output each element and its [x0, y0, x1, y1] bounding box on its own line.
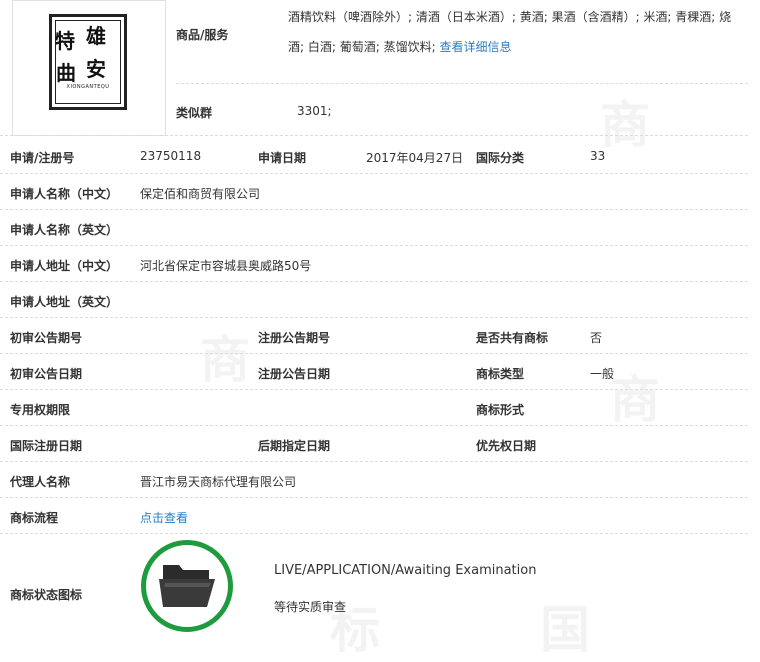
goods-label: 商品/服务	[176, 28, 229, 42]
shared-mark-value: 否	[590, 331, 603, 345]
divider	[0, 135, 748, 136]
agent-name-value: 晋江市易天商标代理有限公司	[140, 475, 297, 489]
view-flow-link[interactable]: 点击查看	[140, 509, 188, 526]
info-row: 初审公告期号 注册公告期号 是否共有商标 否	[0, 317, 760, 353]
mark-type-label: 商标类型	[476, 367, 525, 381]
status-badge	[141, 540, 233, 632]
applicant-address-en-label: 申请人地址（英文）	[10, 295, 119, 309]
goods-line-2: 酒; 白酒; 葡萄酒; 蒸馏饮料;	[288, 40, 440, 54]
prelim-pub-no-label: 初审公告期号	[10, 331, 83, 345]
mark-type-value: 一般	[590, 367, 615, 381]
goods-line-1: 酒精饮料（啤酒除外）; 清酒（日本米酒）; 黄酒; 果酒（含酒精）; 米酒; 青…	[288, 10, 732, 24]
info-row: 代理人名称 晋江市易天商标代理有限公司	[0, 461, 760, 497]
reg-no-label: 申请/注册号	[10, 151, 75, 165]
divider	[0, 533, 748, 534]
agent-name-label: 代理人名称	[10, 475, 71, 489]
later-designation-date-label: 后期指定日期	[258, 439, 331, 453]
logo-char: 安	[86, 57, 106, 81]
similar-group-label: 类似群	[176, 106, 213, 120]
info-row: 国际注册日期 后期指定日期 优先权日期	[0, 425, 760, 461]
intl-class-label: 国际分类	[476, 151, 525, 165]
similar-group-value: 3301;	[297, 104, 332, 118]
info-row: 专用权期限 商标形式	[0, 389, 760, 425]
reg-pub-no-label: 注册公告期号	[258, 331, 331, 345]
info-row: 初审公告日期 注册公告日期 商标类型 一般	[0, 353, 760, 389]
app-date-value: 2017年04月27日	[366, 151, 464, 165]
exclusive-period-label: 专用权期限	[10, 403, 71, 417]
priority-date-label: 优先权日期	[476, 439, 537, 453]
intl-class-value: 33	[590, 149, 606, 163]
logo-char: 雄	[86, 24, 106, 48]
folder-icon	[159, 565, 215, 607]
info-row: 申请人地址（中文） 河北省保定市容城县奥威路50号	[0, 245, 760, 281]
applicant-address-cn-label: 申请人地址（中文）	[10, 259, 119, 273]
trademark-image-frame: 特 雄 曲 安 XIONGANTEQU	[12, 0, 166, 136]
reg-pub-date-label: 注册公告日期	[258, 367, 331, 381]
goods-list: 酒精饮料（啤酒除外）; 清酒（日本米酒）; 黄酒; 果酒（含酒精）; 米酒; 青…	[288, 2, 758, 62]
info-row: 商标流程 点击查看	[0, 497, 760, 533]
applicant-name-cn-value: 保定佰和商贸有限公司	[140, 187, 261, 201]
status-icon-label: 商标状态图标	[10, 588, 83, 602]
prelim-pub-date-label: 初审公告日期	[10, 367, 83, 381]
applicant-name-en-label: 申请人名称（英文）	[10, 223, 119, 237]
divider	[176, 83, 748, 84]
info-row: 申请人名称（中文） 保定佰和商贸有限公司	[0, 173, 760, 209]
app-date-label: 申请日期	[258, 151, 307, 165]
info-row: 申请人地址（英文）	[0, 281, 760, 317]
info-row: 申请/注册号 23750118 申请日期 2017年04月27日 国际分类 33	[0, 137, 760, 173]
mark-form-label: 商标形式	[476, 403, 525, 417]
status-text-en: LIVE/APPLICATION/Awaiting Examination	[274, 563, 537, 578]
info-row: 申请人名称（英文）	[0, 209, 760, 245]
reg-no-value: 23750118	[140, 149, 202, 163]
shared-mark-label: 是否共有商标	[476, 331, 549, 345]
mark-flow-label: 商标流程	[10, 511, 59, 525]
status-text-cn: 等待实质审查	[274, 600, 347, 614]
intl-reg-date-label: 国际注册日期	[10, 439, 83, 453]
logo-char: 曲	[56, 61, 76, 85]
view-details-link[interactable]: 查看详细信息	[439, 40, 511, 54]
logo-subtext: XIONGANTEQU	[66, 84, 110, 90]
trademark-logo: 特 雄 曲 安 XIONGANTEQU	[49, 14, 127, 110]
header-section: 特 雄 曲 安 XIONGANTEQU 商品/服务 酒精饮料（啤酒除外）; 清酒…	[0, 0, 760, 136]
logo-char: 特	[55, 29, 75, 53]
applicant-name-cn-label: 申请人名称（中文）	[10, 187, 119, 201]
applicant-address-cn-value: 河北省保定市容城县奥威路50号	[140, 259, 312, 273]
